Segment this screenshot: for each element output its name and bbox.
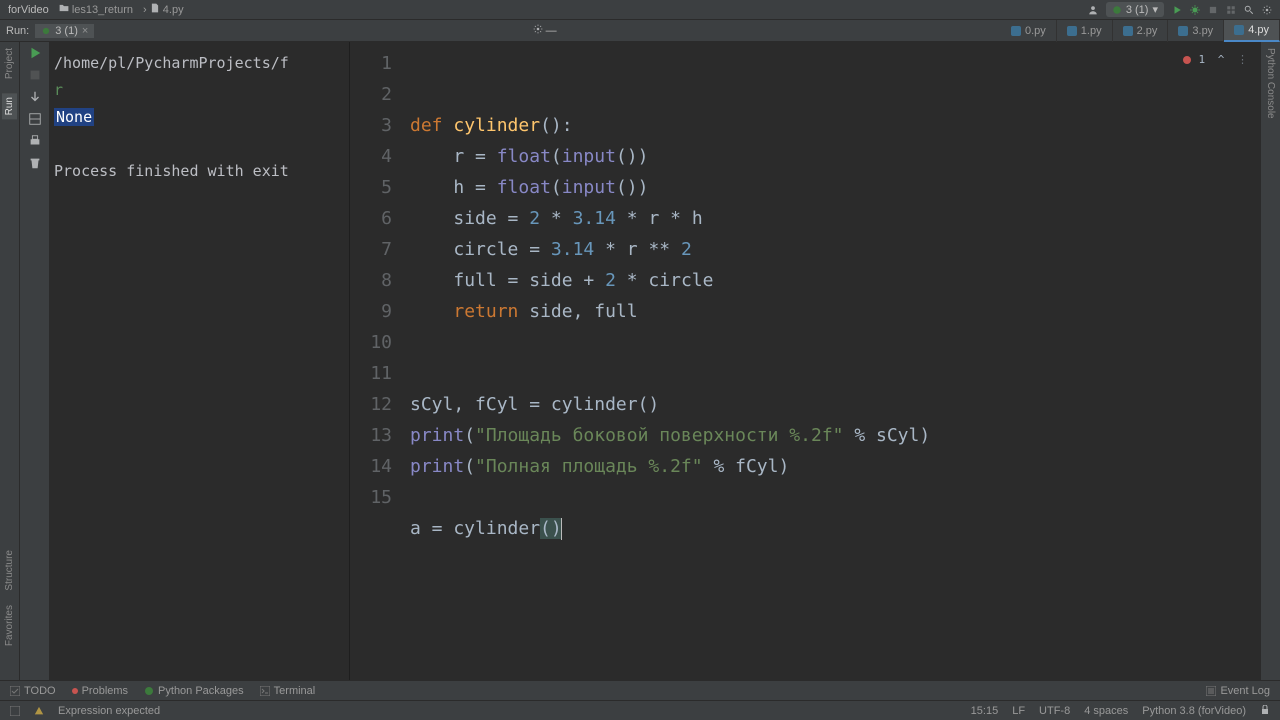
left-tool-rail: Project Run Structure Favorites	[0, 42, 20, 680]
right-tool-rail: Python Console	[1260, 42, 1280, 680]
tool-problems[interactable]: Problems	[72, 685, 128, 697]
settings-icon[interactable]	[1262, 5, 1272, 15]
more-icon[interactable]	[1226, 5, 1236, 15]
run-output: /home/pl/PycharmProjects/f r None Proces…	[50, 42, 350, 680]
rail-project[interactable]: Project	[4, 48, 15, 79]
trash-icon[interactable]	[28, 156, 42, 170]
status-bar: Expression expected 15:15 LF UTF-8 4 spa…	[0, 700, 1280, 720]
status-enc[interactable]: UTF-8	[1039, 705, 1070, 717]
stop2-icon	[28, 68, 42, 82]
editor[interactable]: 123 456 789 101112 131415 1 ^ ⋮ def cyli…	[350, 42, 1260, 680]
tab-2py[interactable]: 2.py	[1113, 20, 1169, 42]
tool-terminal[interactable]: Terminal	[260, 685, 316, 697]
tool-todo[interactable]: TODO	[10, 685, 56, 697]
run-config-chip[interactable]: 3 (1) ▾	[1106, 2, 1164, 17]
bottom-tools: TODO Problems Python Packages Terminal E…	[0, 680, 1280, 700]
breadcrumb-dir[interactable]: les13_return	[59, 3, 133, 16]
code-area[interactable]: 1 ^ ⋮ def cylinder(): r = float(input())…	[410, 42, 1260, 680]
tool-python-packages[interactable]: Python Packages	[144, 685, 244, 697]
rail-structure[interactable]: Structure	[4, 550, 15, 591]
print-icon[interactable]	[28, 134, 42, 148]
tab-3py[interactable]: 3.py	[1168, 20, 1224, 42]
debug-icon[interactable]	[1190, 5, 1200, 15]
error-indicator[interactable]: 1 ^ ⋮	[1183, 44, 1249, 75]
run-line-r: r	[54, 77, 345, 104]
search-icon[interactable]	[1244, 5, 1254, 15]
tab-1py[interactable]: 1.py	[1057, 20, 1113, 42]
run-config-tab[interactable]: 3 (1) ×	[35, 24, 94, 38]
down-icon[interactable]	[28, 90, 42, 104]
status-lf[interactable]: LF	[1012, 705, 1025, 717]
status-icon[interactable]	[10, 706, 20, 716]
run-path: /home/pl/PycharmProjects/f	[54, 50, 345, 77]
rail-python-console[interactable]: Python Console	[1265, 48, 1276, 680]
tab-4py[interactable]: 4.py	[1224, 20, 1280, 42]
project-name[interactable]: forVideo	[8, 4, 49, 16]
run-label: Run:	[0, 25, 35, 37]
status-interp[interactable]: Python 3.8 (forVideo)	[1142, 705, 1246, 717]
gutter: 123 456 789 101112 131415	[350, 42, 410, 680]
rail-favorites[interactable]: Favorites	[4, 605, 15, 646]
tab-0py[interactable]: 0.py	[1001, 20, 1057, 42]
editor-tabs: 0.py 1.py 2.py 3.py 4.py	[1001, 20, 1280, 42]
status-pos[interactable]: 15:15	[971, 705, 999, 717]
gear-icon[interactable]: —	[533, 24, 563, 37]
toolbar-run: Run: 3 (1) × — 0.py 1.py 2.py 3.py 4.py	[0, 20, 1280, 42]
warn-icon	[34, 706, 44, 716]
rerun-icon[interactable]	[28, 46, 42, 60]
run-tool-buttons	[20, 42, 50, 680]
stop-icon	[1208, 5, 1218, 15]
run-none: None	[54, 108, 94, 126]
status-message: Expression expected	[58, 705, 160, 717]
layout-icon[interactable]	[28, 112, 42, 126]
lock-icon[interactable]	[1260, 705, 1270, 715]
breadcrumb-file[interactable]: › 4.py	[143, 3, 184, 16]
user-icon[interactable]	[1088, 5, 1098, 15]
run-icon[interactable]	[1172, 5, 1182, 15]
menubar: forVideo les13_return › 4.py 3 (1) ▾	[0, 0, 1280, 20]
status-indent[interactable]: 4 spaces	[1084, 705, 1128, 717]
run-exit: Process finished with exit	[54, 158, 345, 185]
rail-run[interactable]: Run	[2, 93, 17, 119]
tool-event-log[interactable]: Event Log	[1206, 685, 1270, 697]
